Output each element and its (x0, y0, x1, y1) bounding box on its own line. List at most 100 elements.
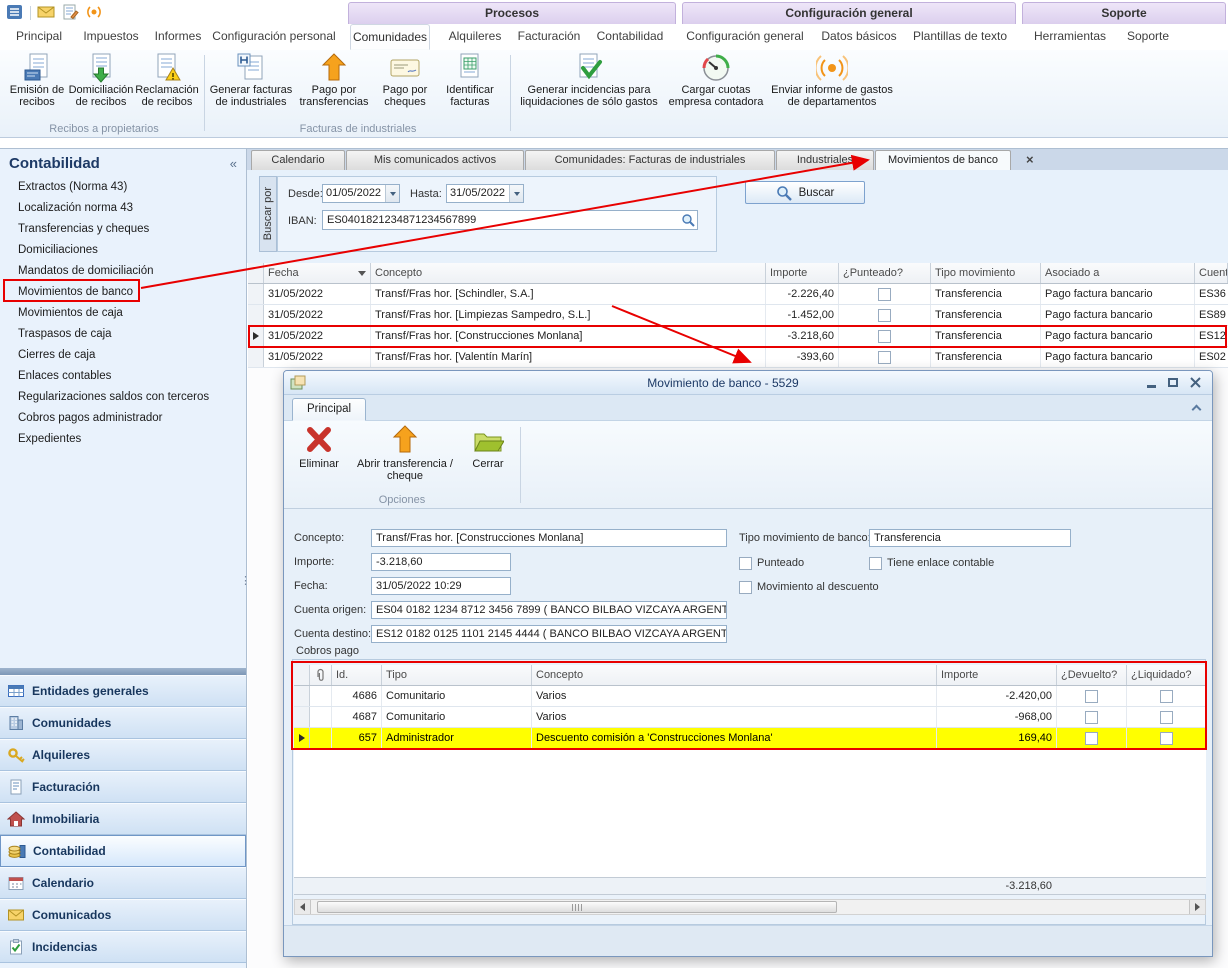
tab-contabilidad[interactable]: Contabilidad (590, 24, 670, 50)
iban-input[interactable]: ES0401821234871234567899 (322, 210, 698, 230)
sidebar-nav-inmobiliaria[interactable]: Inmobiliaria (0, 803, 246, 835)
buscar-button[interactable]: Buscar (745, 181, 865, 204)
doc-tab-facturas-industriales[interactable]: Comunidades: Facturas de industriales (525, 150, 775, 170)
column-header-fecha[interactable]: Fecha (264, 263, 371, 283)
sidebar-nav-facturacion[interactable]: Facturación (0, 771, 246, 803)
sidebar-item-cobros-pagos[interactable]: Cobros pagos administrador (0, 408, 246, 429)
minimize-icon[interactable] (1140, 374, 1162, 392)
pago-por-cheques-button[interactable]: Pago por cheques (374, 50, 436, 108)
tab-facturacion[interactable]: Facturación (512, 24, 586, 50)
doc-tab-industriales[interactable]: Industriales (776, 150, 874, 170)
scroll-left-icon[interactable] (295, 900, 311, 914)
punteado-checkbox[interactable] (878, 309, 891, 322)
column-header-attachment[interactable] (310, 665, 332, 685)
sidebar-nav-comunicados[interactable]: Comunicados (0, 899, 246, 931)
doc-tab-calendario[interactable]: Calendario (251, 150, 345, 170)
enlace-contable-checkbox[interactable] (869, 557, 882, 570)
tab-informes[interactable]: Informes (148, 24, 208, 50)
punteado-checkbox[interactable] (878, 288, 891, 301)
collapse-ribbon-chevron-icon[interactable] (1192, 405, 1202, 415)
table-row[interactable]: 4686 Comunitario Varios -2.420,00 (294, 686, 1206, 707)
hasta-dropdown-icon[interactable] (509, 185, 523, 202)
sidebar-item-movimientos-banco[interactable]: Movimientos de banco (0, 282, 246, 303)
scroll-right-icon[interactable] (1189, 900, 1205, 914)
enviar-informe-button[interactable]: Enviar informe de gastos de departamento… (768, 50, 896, 108)
tab-configuracion-personal[interactable]: Configuración personal (212, 24, 336, 50)
fecha-field[interactable]: 31/05/2022 10:29 (371, 577, 511, 595)
desde-dropdown-icon[interactable] (385, 185, 399, 202)
column-header-punteado[interactable]: ¿Punteado? (839, 263, 931, 283)
eliminar-button[interactable]: Eliminar (288, 425, 350, 470)
identificar-facturas-button[interactable]: Identificar facturas (436, 50, 504, 108)
descuento-checkbox[interactable] (739, 581, 752, 594)
devuelto-checkbox[interactable] (1085, 711, 1098, 724)
reclamacion-de-recibos-button[interactable]: Reclamación de recibos (134, 50, 200, 108)
table-row[interactable]: 31/05/2022 Transf/Fras hor. [Limpiezas S… (248, 305, 1228, 326)
table-row-selected[interactable]: 31/05/2022 Transf/Fras hor. [Construccio… (248, 326, 1228, 347)
maximize-icon[interactable] (1162, 374, 1184, 392)
sidebar-item-enlaces[interactable]: Enlaces contables (0, 366, 246, 387)
tab-alquileres[interactable]: Alquileres (442, 24, 508, 50)
hasta-date-field[interactable]: 31/05/2022 (446, 184, 524, 203)
liquidado-checkbox[interactable] (1160, 711, 1173, 724)
liquidado-checkbox[interactable] (1160, 690, 1173, 703)
sidebar-item-cierres[interactable]: Cierres de caja (0, 345, 246, 366)
sidebar-nav-contabilidad[interactable]: Contabilidad (0, 835, 246, 867)
liquidado-checkbox[interactable] (1160, 732, 1173, 745)
cargar-cuotas-button[interactable]: Cargar cuotas empresa contadora (664, 50, 768, 108)
sidebar-item-transferencias[interactable]: Transferencias y cheques (0, 219, 246, 240)
desde-date-field[interactable]: 01/05/2022 (322, 184, 400, 203)
dialog-tab-principal[interactable]: Principal (292, 398, 366, 421)
cuenta-origen-field[interactable]: ES04 0182 1234 8712 3456 7899 ( BANCO BI… (371, 601, 727, 619)
concepto-field[interactable]: Transf/Fras hor. [Construcciones Monlana… (371, 529, 727, 547)
sidebar-nav-comunidades[interactable]: Comunidades (0, 707, 246, 739)
pago-por-transferencias-button[interactable]: Pago por transferencias (294, 50, 374, 108)
tab-plantillas-de-texto[interactable]: Plantillas de texto (908, 24, 1012, 50)
devuelto-checkbox[interactable] (1085, 690, 1098, 703)
sidebar-splitter[interactable] (0, 668, 246, 675)
punteado-checkbox[interactable] (878, 330, 891, 343)
sidebar-item-expedientes[interactable]: Expedientes (0, 429, 246, 450)
tab-configuracion-general[interactable]: Configuración general (684, 24, 806, 50)
sidebar-nav-alquileres[interactable]: Alquileres (0, 739, 246, 771)
sidebar-item-movimientos-caja[interactable]: Movimientos de caja (0, 303, 246, 324)
dialog-title-bar[interactable]: Movimiento de banco - 5529 (284, 371, 1212, 395)
tipo-movimiento-field[interactable]: Transferencia (869, 529, 1071, 547)
sidebar-item-localizacion[interactable]: Localización norma 43 (0, 198, 246, 219)
horizontal-scrollbar[interactable] (294, 899, 1206, 915)
cerrar-button[interactable]: Cerrar (460, 425, 516, 470)
table-row[interactable]: 31/05/2022 Transf/Fras hor. [Schindler, … (248, 284, 1228, 305)
sidebar-item-regularizaciones[interactable]: Regularizaciones saldos con terceros (0, 387, 246, 408)
doc-tab-movimientos-de-banco[interactable]: Movimientos de banco (875, 150, 1011, 170)
sidebar-collapse-icon[interactable]: « (230, 156, 237, 171)
buscar-por-vertical-tab[interactable]: Buscar por (259, 176, 277, 252)
generar-facturas-button[interactable]: Generar facturas de industriales (208, 50, 294, 108)
column-header-concepto[interactable]: Concepto (532, 665, 937, 685)
abrir-transferencia-button[interactable]: Abrir transferencia / cheque (352, 425, 458, 482)
doc-tab-comunicados-activos[interactable]: Mis comunicados activos (346, 150, 524, 170)
close-icon[interactable] (1184, 374, 1206, 392)
column-header-importe[interactable]: Importe (937, 665, 1057, 685)
sidebar-item-traspasos[interactable]: Traspasos de caja (0, 324, 246, 345)
punteado-checkbox[interactable] (739, 557, 752, 570)
generar-incidencias-button[interactable]: Generar incidencias para liquidaciones d… (514, 50, 664, 108)
column-header-asociado-a[interactable]: Asociado a (1041, 263, 1195, 283)
sidebar-nav-entidades-generales[interactable]: Entidades generales (0, 675, 246, 707)
punteado-checkbox[interactable] (878, 351, 891, 364)
devuelto-checkbox[interactable] (1085, 732, 1098, 745)
column-header-importe[interactable]: Importe (766, 263, 839, 283)
column-header-devuelto[interactable]: ¿Devuelto? (1057, 665, 1127, 685)
emision-de-recibos-button[interactable]: Emisión de recibos (6, 50, 68, 108)
close-tab-icon[interactable]: × (1026, 152, 1034, 167)
cuenta-destino-field[interactable]: ES12 0182 0125 1101 2145 4444 ( BANCO BI… (371, 625, 727, 643)
column-header-liquidado[interactable]: ¿Liquidado? (1127, 665, 1206, 685)
note-edit-icon[interactable] (61, 3, 79, 24)
tab-datos-basicos[interactable]: Datos básicos (818, 24, 900, 50)
sidebar-nav-calendario[interactable]: Calendario (0, 867, 246, 899)
table-row-highlighted[interactable]: 657 Administrador Descuento comisión a '… (294, 728, 1206, 749)
sidebar-item-domiciliaciones[interactable]: Domiciliaciones (0, 240, 246, 261)
column-header-tipo[interactable]: Tipo (382, 665, 532, 685)
sidebar-item-extractos[interactable]: Extractos (Norma 43) (0, 177, 246, 198)
column-header-concepto[interactable]: Concepto (371, 263, 766, 283)
column-header-id[interactable]: Id. (332, 665, 382, 685)
